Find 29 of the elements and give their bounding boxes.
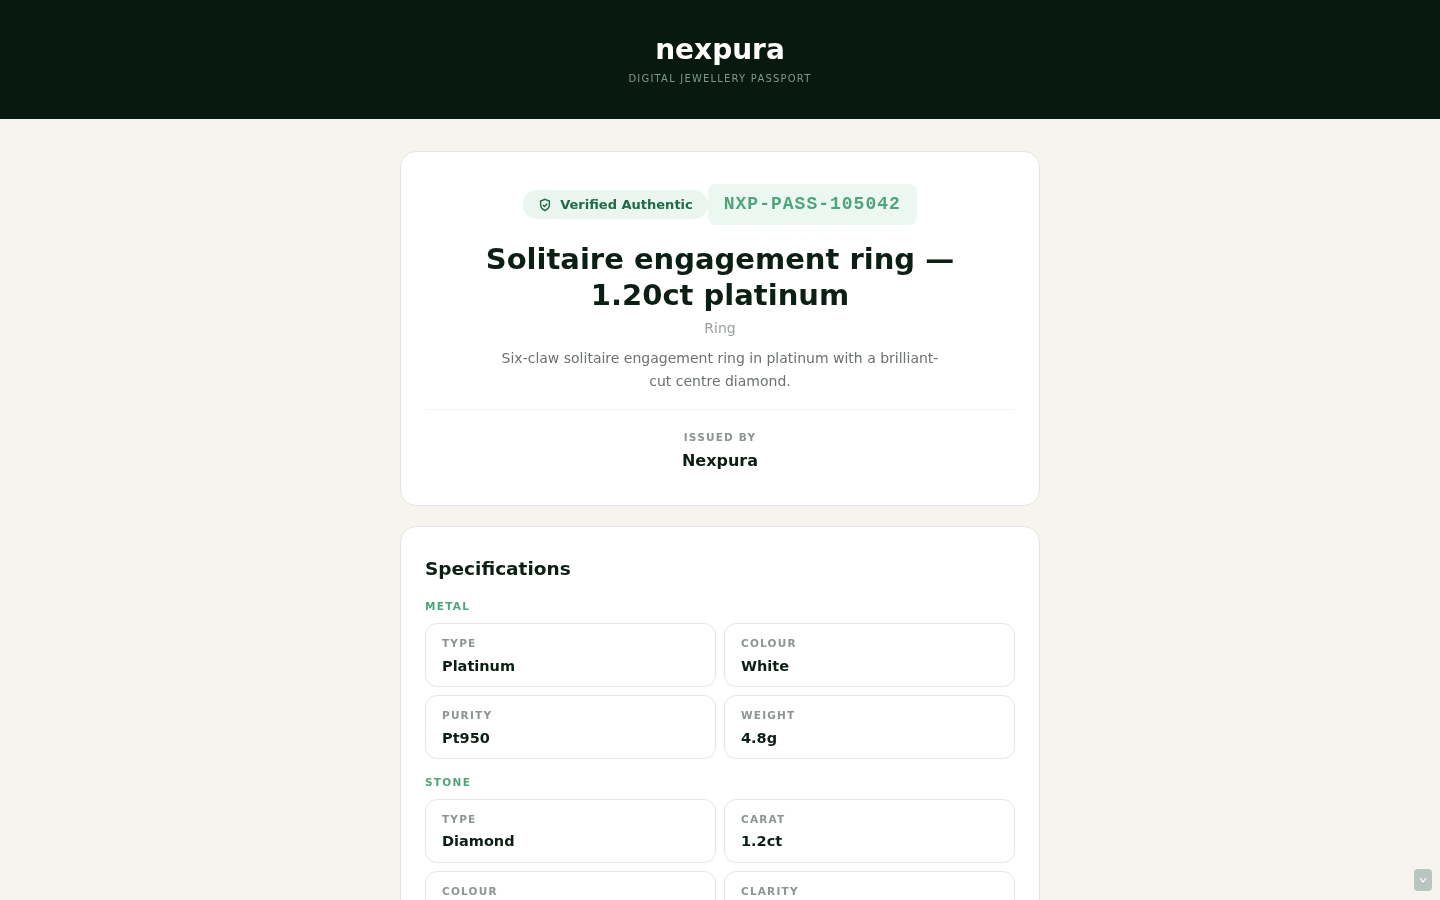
field-value: Platinum [442, 656, 517, 676]
scroll-down-button[interactable] [1414, 869, 1432, 891]
field-label: TYPE [442, 811, 478, 827]
field-value: 1.2ct [741, 832, 784, 852]
field-label: COLOUR [741, 635, 798, 651]
issuer-name: Nexpura [681, 450, 759, 473]
issued-by-label: ISSUED BY [683, 429, 757, 445]
group-label: METAL [425, 599, 472, 615]
chevron-down-icon [1419, 876, 1427, 884]
item-description: Six-claw solitaire engagement ring in platinum with a brilliant-cut centre diamond. [500, 348, 940, 391]
field-value: 4.8g [741, 728, 779, 748]
section-title: Specifications [425, 557, 572, 582]
field-label: CARAT [741, 811, 787, 827]
field-label: PURITY [442, 707, 494, 723]
shield-check-icon [538, 197, 553, 212]
field-value: White [741, 656, 791, 676]
field-value: Pt950 [442, 728, 491, 748]
item-title: Solitaire engagement ring — 1.20ct platinum [484, 241, 956, 314]
group-label: STONE [425, 774, 473, 790]
field-value: Diamond [442, 832, 516, 852]
verified-badge: Verified Authentic [523, 189, 708, 220]
field-label: WEIGHT [741, 707, 797, 723]
field-label: TYPE [442, 635, 478, 651]
item-category: Ring [704, 318, 736, 338]
field-label: CLARITY [741, 883, 800, 899]
passport-code: NXP-PASS-105042 [707, 184, 917, 225]
field-label: COLOUR [442, 883, 499, 899]
brand-name: nexpura [655, 33, 785, 67]
tagline: DIGITAL JEWELLERY PASSPORT [628, 71, 812, 86]
